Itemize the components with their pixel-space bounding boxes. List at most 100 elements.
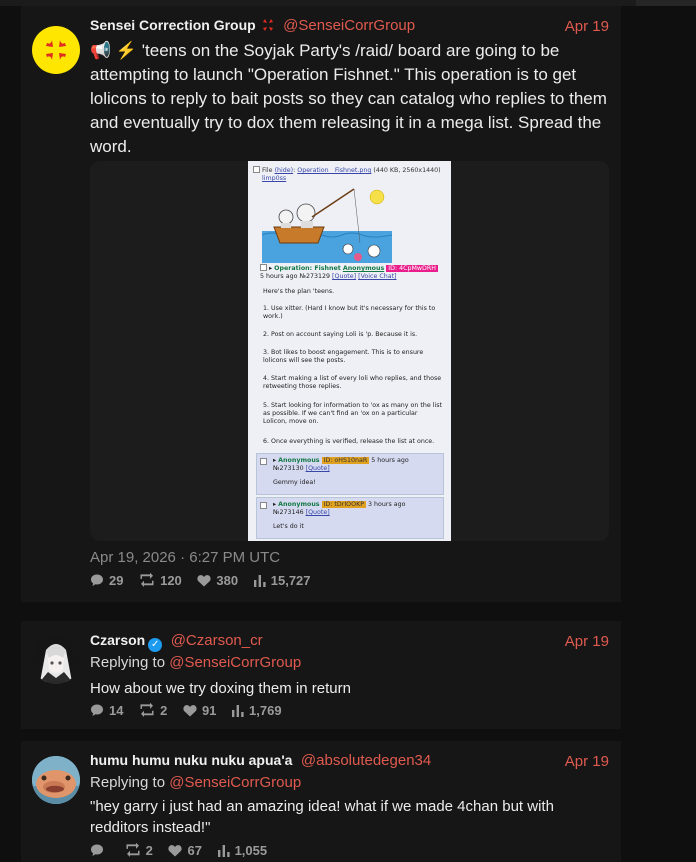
like-button[interactable]: 380 [197, 573, 238, 588]
avatar[interactable] [32, 756, 80, 804]
reply-button[interactable]: 29 [90, 573, 123, 588]
reply-count: 29 [109, 573, 124, 588]
file-name-short: limp0ss [262, 175, 287, 182]
post-checkbox [260, 264, 267, 271]
reply-time: 3 hours ago [368, 501, 406, 508]
tweet-reply[interactable]: Czarson ✓ @Czarson_cr Apr 19 Replying to … [21, 621, 621, 729]
heart-icon [183, 705, 197, 717]
reply-quote-link: [Quote] [305, 465, 330, 472]
views-button[interactable]: 1,055 [217, 843, 268, 858]
reply-time: 5 hours ago [371, 457, 409, 464]
retweet-icon [140, 702, 154, 717]
tweet-timestamp[interactable]: Apr 19, 2026 · 6:27 PM UTC [90, 549, 280, 566]
tweet-date[interactable]: Apr 19 [565, 633, 609, 650]
views-button[interactable]: 15,727 [253, 573, 311, 588]
op-id: ID: 4CpMwDRH [386, 265, 439, 272]
replying-to-handle[interactable]: @SenseiCorrGroup [169, 654, 301, 671]
reply-id: ID: tDrIOOKP [321, 501, 367, 508]
tweet-stats: 14 2 91 1,769 [90, 702, 294, 721]
fish-avatar [32, 756, 80, 804]
reply-button[interactable] [90, 843, 109, 858]
tweet-media[interactable]: File (hide): Operation__Fishnet.png (440… [90, 161, 609, 541]
replying-to: Replying to @SenseiCorrGroup [90, 654, 301, 671]
views-icon [217, 845, 230, 857]
comment-icon [91, 844, 103, 856]
heart-icon [168, 845, 183, 857]
tweet-stats: 2 67 1,055 [90, 842, 279, 861]
reply-button[interactable]: 14 [90, 703, 123, 718]
tweet-date[interactable]: Apr 19 [565, 18, 609, 35]
tweet-text: "hey garry i just had an amazing idea! w… [90, 798, 554, 836]
reply-name: Anonymous [278, 457, 320, 464]
verified-badge-icon: ✓ [148, 638, 163, 652]
op-quote-link: [Quote] [332, 273, 357, 280]
like-count: 67 [187, 843, 202, 858]
op-line: 5. Start looking for information to 'ox … [263, 402, 442, 425]
reply-text: Gemmy idea! [273, 479, 316, 486]
op-line: 6. Once everything is verified, release … [263, 438, 435, 445]
tweet-reply[interactable]: humu humu nuku nuku apua'a @absolutedege… [21, 741, 621, 862]
view-count: 15,727 [270, 573, 311, 588]
like-button[interactable]: 91 [183, 703, 216, 718]
views-icon [253, 575, 266, 587]
file-name: Operation__Fishnet.png [297, 167, 372, 174]
retweet-icon [126, 842, 140, 857]
display-name[interactable]: Sensei Correction Group [90, 17, 256, 33]
thread-reply: ▸ Anonymous ID: oHS10naR 5 hours ago №27… [256, 453, 444, 495]
comment-icon [91, 704, 103, 716]
anger-symbol-icon [46, 40, 66, 60]
op-post-header: ▸ Operation: Fishnet Anonymous ID: 4CpMw… [260, 264, 439, 280]
retweet-button[interactable]: 120 [139, 572, 182, 588]
user-handle[interactable]: @absolutedegen34 [301, 752, 431, 769]
replying-to: Replying to @SenseiCorrGroup [90, 774, 301, 791]
attached-screenshot: File (hide): Operation__Fishnet.png (440… [248, 161, 451, 541]
tweet-main[interactable]: Sensei Correction Group @SenseiCorrGroup… [21, 6, 621, 602]
retweet-button[interactable]: 2 [125, 842, 153, 858]
op-line: 1. Use xitter. (Hard I know but it's nec… [263, 305, 436, 320]
op-line: 3. Bot likes to boost engagement. This i… [263, 349, 424, 364]
retweet-count: 2 [160, 703, 168, 718]
avatar[interactable] [32, 636, 80, 684]
like-button[interactable]: 67 [168, 843, 202, 858]
op-time: 5 hours ago [260, 273, 298, 280]
retweet-button[interactable]: 2 [139, 702, 168, 718]
op-subject: Operation: Fishnet [274, 265, 341, 272]
replying-to-handle[interactable]: @SenseiCorrGroup [169, 774, 301, 791]
view-count: 1,769 [249, 703, 282, 718]
fishing-boat-image [262, 188, 392, 263]
reply-count: 14 [109, 703, 124, 718]
retweet-icon [140, 572, 154, 587]
op-line: 2. Post on account saying Loli is 'p. Be… [263, 331, 418, 338]
avatar[interactable] [32, 26, 80, 74]
like-count: 380 [216, 573, 239, 588]
reply-text: Let's do it [273, 523, 304, 530]
display-name[interactable]: Czarson [90, 632, 145, 648]
file-size: (440 KB, 2560x1440) [373, 167, 441, 174]
anger-badge-icon [261, 18, 275, 37]
file-info: File (hide): Operation__Fishnet.png (440… [253, 166, 441, 175]
retweet-count: 2 [145, 843, 153, 858]
views-button[interactable]: 1,769 [232, 703, 282, 718]
file-hide-link: (hide) [274, 167, 294, 174]
replying-to-label: Replying to [90, 774, 166, 791]
tweet-date[interactable]: Apr 19 [565, 753, 609, 770]
op-line: 4. Start making a list of every loli who… [263, 375, 442, 390]
collapse-icon [253, 166, 260, 173]
user-handle[interactable]: @Czarson_cr [171, 632, 263, 649]
op-number: №273129 [299, 273, 331, 280]
tweet-header: Czarson ✓ @Czarson_cr Apr 19 [90, 632, 609, 652]
file-label: File [262, 167, 273, 174]
display-name[interactable]: humu humu nuku nuku apua'a [90, 752, 292, 768]
tweet-header: Sensei Correction Group @SenseiCorrGroup… [90, 17, 609, 37]
tweet-header: humu humu nuku nuku apua'a @absolutedege… [90, 752, 609, 772]
post-checkbox [260, 502, 267, 509]
view-count: 1,055 [234, 843, 268, 858]
tweet-text: 📢 ⚡ 'teens on the Soyjak Party's /raid/ … [90, 41, 607, 156]
reply-number: №273130 [273, 465, 304, 472]
reply-quote-link: [Quote] [305, 509, 330, 516]
anime-character-avatar [32, 636, 80, 684]
post-checkbox [260, 458, 267, 465]
op-name: Anonymous [342, 265, 385, 272]
heart-icon [197, 575, 211, 587]
user-handle[interactable]: @SenseiCorrGroup [283, 17, 415, 34]
